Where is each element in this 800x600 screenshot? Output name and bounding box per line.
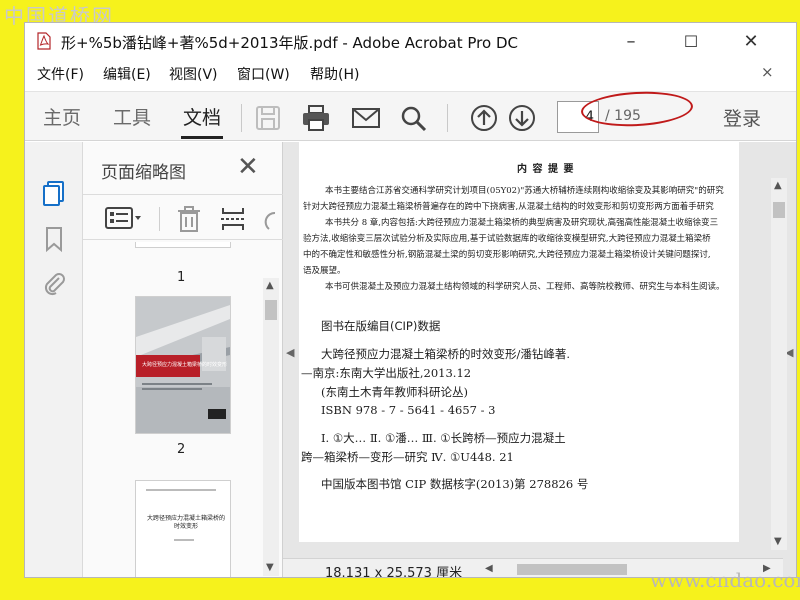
watermark-bottom: www.cndao.com: [650, 568, 800, 592]
scroll-up-icon[interactable]: ▲: [266, 280, 274, 291]
scroll-left-icon[interactable]: ◀: [485, 563, 493, 574]
cip-title: 图书在版编目(CIP)数据: [321, 319, 441, 333]
rotate-page-icon[interactable]: [259, 205, 279, 233]
login-button[interactable]: 登录: [723, 104, 761, 131]
minimize-button[interactable]: –: [611, 29, 651, 55]
print-icon[interactable]: [301, 104, 331, 132]
cip-line: ISBN 978 - 7 - 5641 - 4657 - 3: [321, 403, 496, 417]
abstract-line: 中的不确定性和敏感性分析,钢筋混凝土梁的剪切变形影响研究,大跨径预应力混凝土箱梁…: [303, 250, 711, 260]
page-thumbnail[interactable]: 大跨径预应力混凝土箱梁桥的时效变形: [135, 480, 231, 577]
close-document-button[interactable]: ×: [761, 63, 774, 81]
abstract-line: 本书共分 8 章,内容包括:大跨径预应力混凝土箱梁桥的典型病害及研究现状,高强高…: [325, 218, 719, 228]
maximize-button[interactable]: ☐: [671, 29, 711, 55]
menu-edit[interactable]: 编辑(E): [103, 64, 151, 84]
thumb-title: 大跨径预应力混凝土箱梁桥的时效变形: [146, 515, 225, 530]
window-title: 形+%5b潘钻峰+著%5d+2013年版.pdf - Adobe Acrobat…: [61, 34, 518, 52]
navigation-rail: [25, 142, 83, 577]
scroll-up-icon[interactable]: ▲: [774, 180, 782, 191]
title-bar: 形+%5b潘钻峰+著%5d+2013年版.pdf - Adobe Acrobat…: [25, 23, 796, 59]
acrobat-window: 形+%5b潘钻峰+著%5d+2013年版.pdf - Adobe Acrobat…: [24, 22, 797, 578]
pdf-page: 内 容 提 要 本书主要结合江苏省交通科学研究计划项目(05Y02)"苏通大桥辅…: [299, 142, 739, 542]
classification-line: Ⅰ. ①大… Ⅱ. ①潘… Ⅲ. ①长跨桥—预应力混凝土: [321, 431, 566, 445]
thumbnail-toolbar: [83, 194, 283, 240]
tab-home[interactable]: 主页: [43, 103, 81, 130]
abstract-heading: 内 容 提 要: [517, 164, 575, 175]
page-thumbnails-icon[interactable]: [39, 178, 69, 208]
attachments-icon[interactable]: [39, 268, 69, 298]
cip-line: 大跨径预应力混凝土箱梁桥的时效变形/潘钻峰著.: [321, 347, 571, 361]
thumb-text-line: [146, 489, 216, 491]
scroll-down-icon[interactable]: ▼: [774, 536, 782, 547]
classification-line: 跨—箱梁桥—变形—研究 Ⅳ. ①U448. 21: [301, 450, 514, 464]
menu-bar: 文件(F) 编辑(E) 视图(V) 窗口(W) 帮助(H) ×: [25, 61, 796, 87]
thumbnail-page-number: 1: [177, 270, 186, 285]
pdf-file-icon: [37, 32, 51, 50]
active-tab-indicator: [181, 136, 223, 139]
close-window-button[interactable]: ✕: [731, 29, 771, 55]
cip-line: (东南土木青年教师科研论丛): [321, 385, 468, 399]
scrollbar-thumb[interactable]: [517, 564, 627, 575]
page-thumbnails-panel: 页面缩略图 ✕ 1 大跨径预应力混凝土箱梁桥的时效变形 2 大跨径预应力混凝土箱…: [83, 142, 283, 577]
scrollbar-thumb[interactable]: [773, 202, 785, 218]
abstract-line: 本书可供混凝土及预应力混凝土结构领域的科学研究人员、工程师、高等院校教师、研究生…: [325, 282, 725, 292]
toolbar-separator: [447, 104, 448, 132]
abstract-line: 验方法,收缩徐变三层次试验分析及实际应用,基于试验数据库的收缩徐变模型研究,大跨…: [303, 234, 711, 244]
menu-help[interactable]: 帮助(H): [310, 64, 359, 84]
toolbar-separator: [159, 207, 160, 231]
collapse-left-panel-icon[interactable]: ◀: [286, 346, 294, 359]
menu-window[interactable]: 窗口(W): [237, 64, 290, 84]
thumbnail-list: 1 大跨径预应力混凝土箱梁桥的时效变形 2 大跨径预应力混凝土箱梁桥的时效变形: [83, 242, 261, 577]
thumbnail-options-icon[interactable]: [105, 207, 143, 229]
menu-file[interactable]: 文件(F): [37, 64, 84, 84]
highlight-annotation: [580, 89, 694, 129]
document-vertical-scrollbar[interactable]: ▲ ▼: [771, 178, 787, 550]
thumb-text-line: [174, 539, 194, 541]
main-toolbar: 主页 工具 文档 4 / 195 登录: [25, 89, 796, 141]
scroll-down-icon[interactable]: ▼: [266, 562, 274, 573]
thumbnail-page-number: 2: [177, 442, 186, 457]
tab-tools[interactable]: 工具: [113, 103, 151, 130]
page-size-readout: 18.131 x 25.573 厘米: [325, 566, 463, 578]
toolbar-separator: [241, 104, 242, 132]
document-view: ◀ ◀ 内 容 提 要 本书主要结合江苏省交通科学研究计划项目(05Y02)"苏…: [283, 142, 796, 578]
tab-document[interactable]: 文档: [183, 103, 221, 130]
cip-line: —南京:东南大学出版社,2013.12: [301, 366, 472, 380]
email-icon[interactable]: [351, 104, 381, 132]
page-thumbnail[interactable]: [135, 242, 231, 248]
previous-page-icon[interactable]: [469, 104, 499, 132]
search-icon[interactable]: [399, 104, 429, 132]
next-page-icon[interactable]: [507, 104, 537, 132]
bookmarks-icon[interactable]: [39, 224, 69, 254]
close-panel-button[interactable]: ✕: [237, 152, 259, 182]
cover-title: 大跨径预应力混凝土箱梁桥的时效变形: [142, 362, 228, 368]
insert-page-icon[interactable]: [219, 205, 247, 233]
page-thumbnail[interactable]: 大跨径预应力混凝土箱梁桥的时效变形: [135, 296, 231, 434]
abstract-line: 针对大跨径预应力混凝土箱梁桥普遍存在的跨中下挠病害,从混凝土结构的时效变形和剪切…: [303, 202, 714, 212]
abstract-line: 本书主要结合江苏省交通科学研究计划项目(05Y02)"苏通大桥辅桥连续刚构收缩徐…: [325, 186, 724, 196]
thumbnail-scrollbar[interactable]: ▲ ▼: [263, 278, 279, 576]
abstract-line: 语及展望。: [303, 266, 346, 276]
save-icon[interactable]: [253, 104, 283, 132]
delete-page-icon[interactable]: [175, 205, 203, 233]
scrollbar-thumb[interactable]: [265, 300, 277, 320]
menu-view[interactable]: 视图(V): [169, 64, 218, 84]
panel-title: 页面缩略图: [101, 163, 186, 183]
cip-number: 中国版本图书馆 CIP 数据核字(2013)第 278826 号: [321, 477, 589, 491]
